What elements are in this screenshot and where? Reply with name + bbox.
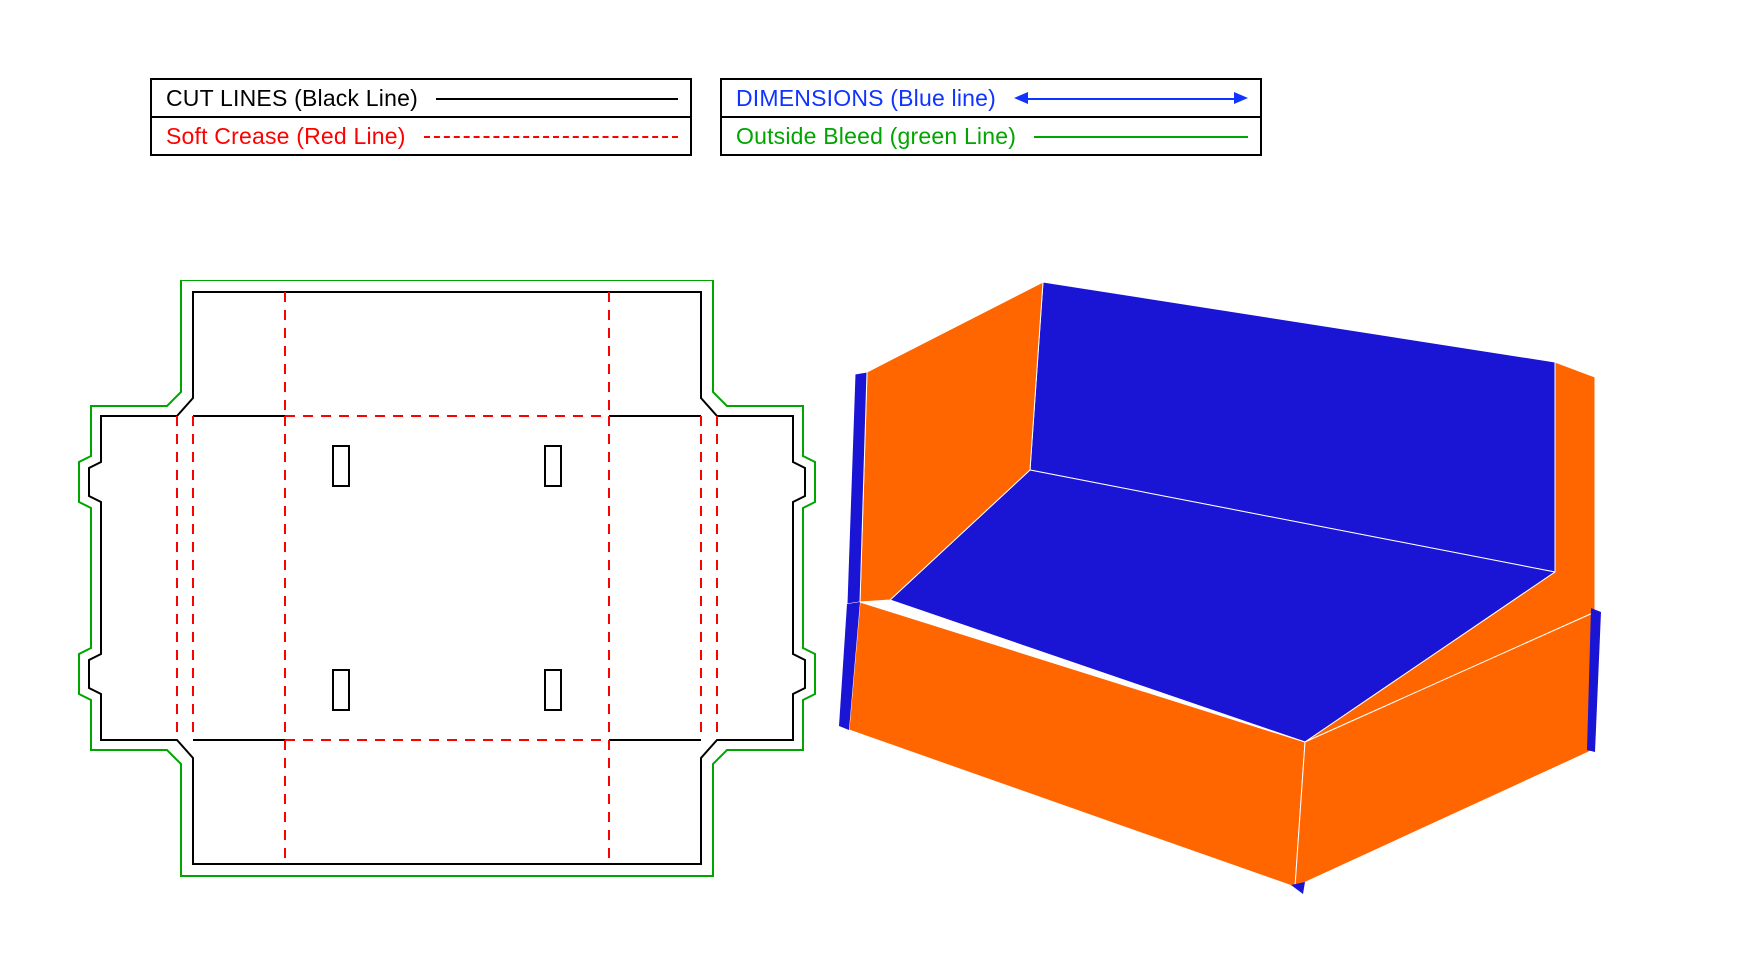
legend-row-dimensions: DIMENSIONS (Blue line) — [722, 80, 1260, 116]
legend-right: DIMENSIONS (Blue line) Outside Bleed (gr… — [720, 78, 1262, 156]
cut-outline — [89, 292, 805, 864]
arrow-left-icon — [1014, 92, 1028, 104]
legend-sample-dimensions — [1014, 88, 1248, 108]
dieline-svg — [77, 280, 817, 880]
legend-label-dimensions: DIMENSIONS (Blue line) — [736, 85, 996, 112]
box-3d-svg — [835, 252, 1645, 902]
legend-label-crease: Soft Crease (Red Line) — [166, 123, 406, 150]
legend-row-cutlines: CUT LINES (Black Line) — [152, 80, 690, 116]
arrow-right-icon — [1234, 92, 1248, 104]
crease-lines — [177, 292, 717, 864]
legend-left: CUT LINES (Black Line) Soft Crease (Red … — [150, 78, 692, 156]
legend-row-bleed: Outside Bleed (green Line) — [722, 116, 1260, 154]
box-3d-render — [835, 252, 1645, 902]
legend-label-bleed: Outside Bleed (green Line) — [736, 123, 1016, 150]
legend-sample-bleed — [1034, 126, 1248, 146]
sample-line-green — [1034, 136, 1248, 138]
dieline-drawing — [77, 280, 817, 880]
sample-line-blue — [1028, 98, 1234, 100]
bleed-outline — [79, 280, 815, 876]
sample-line-black — [436, 98, 678, 100]
legend-row-crease: Soft Crease (Red Line) — [152, 116, 690, 154]
legend-label-cutlines: CUT LINES (Black Line) — [166, 85, 418, 112]
legend-sample-crease — [424, 126, 678, 146]
legend-sample-cutlines — [436, 88, 678, 108]
sample-line-red — [424, 136, 678, 138]
